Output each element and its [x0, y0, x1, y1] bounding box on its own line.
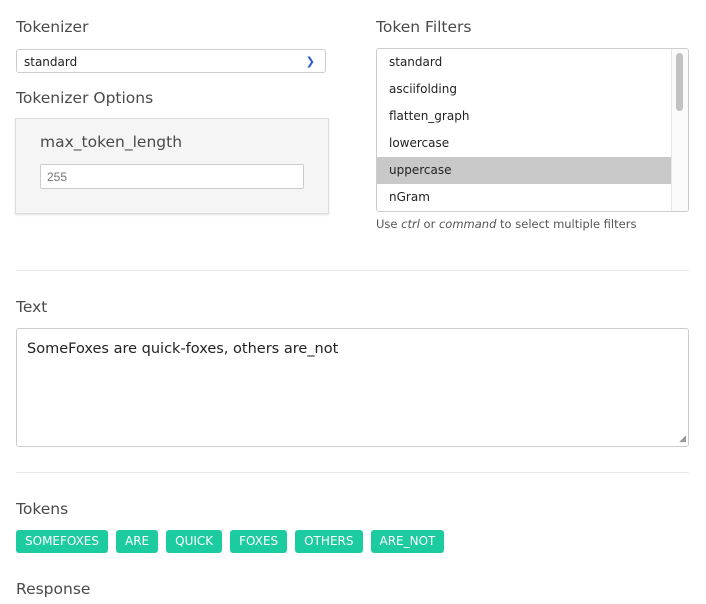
divider: [16, 270, 689, 271]
token-badge: OTHERS: [295, 530, 363, 553]
hint-text: to select multiple filters: [496, 217, 637, 231]
hint-key-command: command: [438, 217, 497, 231]
chevron-down-icon: ❯: [305, 55, 315, 68]
filters-hint: Use ctrl or command to select multiple f…: [376, 217, 636, 231]
filter-option-asciifolding[interactable]: asciifolding: [377, 76, 673, 103]
max-token-length-label: max_token_length: [40, 133, 183, 151]
tokenizer-label: Tokenizer: [16, 18, 89, 36]
divider: [16, 472, 689, 473]
token-badge: SOMEFOXES: [16, 530, 108, 553]
hint-text: Use: [376, 217, 402, 231]
filter-option-standard[interactable]: standard: [377, 49, 673, 76]
token-badge: QUICK: [166, 530, 223, 553]
resize-handle-icon[interactable]: ◢: [679, 434, 686, 444]
max-token-length-input[interactable]: [40, 164, 304, 189]
token-filters-label: Token Filters: [376, 18, 472, 36]
tokenizer-options-label: Tokenizer Options: [16, 89, 154, 107]
text-input[interactable]: SomeFoxes are quick-foxes, others are_no…: [16, 328, 689, 447]
listbox-scrollbar[interactable]: [671, 49, 688, 211]
hint-text: or: [419, 217, 439, 231]
filter-option-uppercase[interactable]: uppercase: [377, 157, 673, 184]
tokenizer-selected-value: standard: [24, 55, 78, 69]
filter-option-lowercase[interactable]: lowercase: [377, 130, 673, 157]
token-badge: ARE: [116, 530, 159, 553]
token-list: SOMEFOXES ARE QUICK FOXES OTHERS ARE_NOT: [16, 530, 445, 553]
token-filters-listbox[interactable]: standard asciifolding flatten_graph lowe…: [376, 48, 689, 212]
text-value: SomeFoxes are quick-foxes, others are_no…: [27, 341, 339, 357]
tokens-label: Tokens: [16, 500, 69, 518]
filter-option-ngram[interactable]: nGram: [377, 184, 673, 211]
filter-option-flatten-graph[interactable]: flatten_graph: [377, 103, 673, 130]
tokenizer-options-panel: max_token_length: [15, 118, 329, 214]
scrollbar-thumb[interactable]: [676, 53, 683, 111]
token-badge: FOXES: [230, 530, 288, 553]
text-label: Text: [16, 298, 48, 316]
token-badge: ARE_NOT: [370, 530, 445, 553]
hint-key-ctrl: ctrl: [401, 217, 420, 231]
tokenizer-select[interactable]: standard ❯: [16, 49, 326, 73]
response-label: Response: [16, 580, 91, 598]
